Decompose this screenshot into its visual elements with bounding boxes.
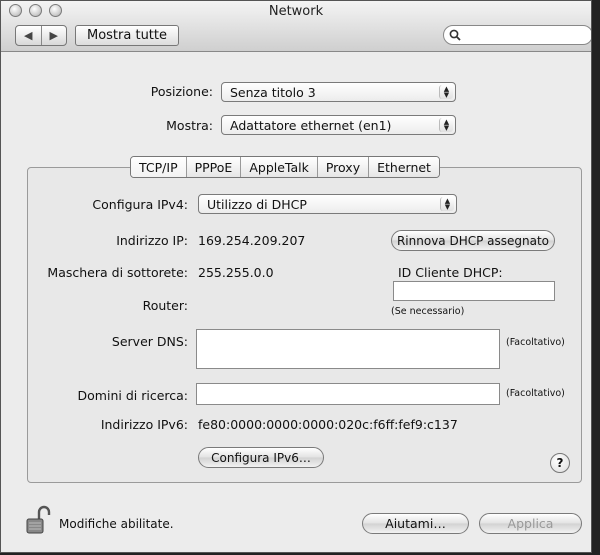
tab-tcpip[interactable]: TCP/IP	[131, 157, 187, 177]
configure-ipv4-label: Configura IPv4:	[92, 197, 188, 212]
configure-ipv4-popup[interactable]: Utilizzo di DHCP ▲ ▼	[198, 194, 457, 214]
ip-address-value: 169.254.209.207	[198, 233, 306, 248]
tab-ethernet[interactable]: Ethernet	[369, 157, 439, 177]
subnet-mask-label: Maschera di sottorete:	[47, 265, 188, 280]
back-forward-control: ◀ ▶	[15, 25, 67, 46]
lock-open-icon[interactable]	[25, 505, 51, 535]
ip-address-label: Indirizzo IP:	[116, 233, 188, 248]
title-bar: Network ◀ ▶ Mostra tutte	[1, 1, 591, 52]
window-title: Network	[268, 4, 324, 19]
subnet-mask-value: 255.255.0.0	[198, 265, 274, 280]
if-needed-note: (Se necessario)	[391, 306, 465, 317]
dns-server-label: Server DNS:	[111, 334, 188, 349]
location-popup[interactable]: Senza titolo 3 ▲ ▼	[221, 82, 456, 102]
search-domains-optional-note: (Facoltativo)	[506, 388, 565, 399]
network-preferences-window: Network ◀ ▶ Mostra tutte Posizione: Senz…	[0, 0, 592, 553]
tab-pppoe[interactable]: PPPoE	[186, 157, 242, 177]
ipv6-address-value: fe80:0000:0000:0000:020c:f6ff:fef9:c137	[198, 417, 458, 432]
popup-arrows-icon: ▲ ▼	[440, 197, 454, 211]
popup-arrows-icon: ▲ ▼	[439, 85, 453, 99]
forward-arrow-icon[interactable]: ▶	[42, 26, 67, 45]
router-label: Router:	[142, 298, 188, 313]
popup-arrows-icon: ▲ ▼	[439, 118, 453, 132]
ipv6-address-label: Indirizzo IPv6:	[100, 417, 188, 432]
tab-proxy[interactable]: Proxy	[317, 157, 370, 177]
back-arrow-icon[interactable]: ◀	[16, 26, 42, 45]
renew-dhcp-button[interactable]: Rinnova DHCP assegnato	[391, 230, 555, 251]
location-label: Posizione:	[150, 84, 213, 99]
lock-status-text: Modifiche abilitate.	[59, 517, 174, 531]
dhcp-client-id-label: ID Cliente DHCP:	[398, 265, 503, 280]
help-icon[interactable]: ?	[550, 453, 570, 473]
show-value: Adattatore ethernet (en1)	[230, 117, 392, 133]
search-domains-label: Domini di ricerca:	[77, 388, 188, 403]
dns-server-field[interactable]	[196, 329, 500, 369]
configure-ipv4-value: Utilizzo di DHCP	[207, 196, 307, 212]
tab-appletalk[interactable]: AppleTalk	[241, 157, 318, 177]
tcpip-panel	[27, 167, 582, 483]
show-all-button[interactable]: Mostra tutte	[75, 25, 179, 46]
help-button[interactable]: Aiutami…	[362, 513, 469, 534]
search-field[interactable]	[443, 25, 591, 45]
dns-optional-note: (Facoltativo)	[506, 337, 565, 348]
tab-bar: TCP/IP PPPoE AppleTalk Proxy Ethernet	[130, 156, 440, 178]
search-icon	[449, 29, 461, 41]
dhcp-client-id-field[interactable]	[393, 281, 555, 301]
configure-ipv6-button[interactable]: Configura IPv6…	[198, 447, 324, 468]
search-domains-field[interactable]	[196, 383, 500, 405]
search-input[interactable]	[464, 27, 590, 44]
show-label: Mostra:	[166, 118, 213, 133]
show-popup[interactable]: Adattatore ethernet (en1) ▲ ▼	[221, 115, 456, 135]
apply-button[interactable]: Applica	[479, 513, 582, 534]
location-value: Senza titolo 3	[230, 84, 316, 100]
